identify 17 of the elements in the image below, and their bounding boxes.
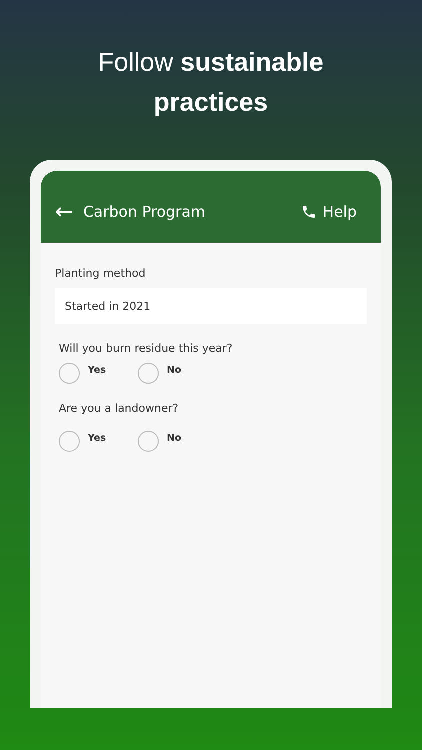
back-button[interactable]: ←: [55, 200, 74, 224]
radio-option[interactable]: Yes: [59, 431, 118, 452]
phone-icon: [300, 204, 317, 220]
input-field[interactable]: Started in 2021: [55, 288, 367, 324]
radio-button[interactable]: [59, 431, 80, 452]
radio-button[interactable]: [138, 431, 159, 452]
question-label: Are you a landowner?: [59, 402, 180, 415]
radio-option[interactable]: Yes: [59, 363, 118, 384]
question-label: Will you burn residue this year?: [59, 342, 234, 355]
radio-button[interactable]: [138, 363, 159, 384]
help-button[interactable]: Help: [300, 203, 357, 221]
radio-button[interactable]: [59, 363, 80, 384]
screen-title: Carbon Program: [83, 203, 207, 221]
radio-option[interactable]: No: [138, 431, 197, 452]
field-label: Planting method: [55, 267, 147, 280]
radio-option[interactable]: No: [138, 363, 197, 384]
headline: Follow sustainable practices: [97, 46, 325, 119]
